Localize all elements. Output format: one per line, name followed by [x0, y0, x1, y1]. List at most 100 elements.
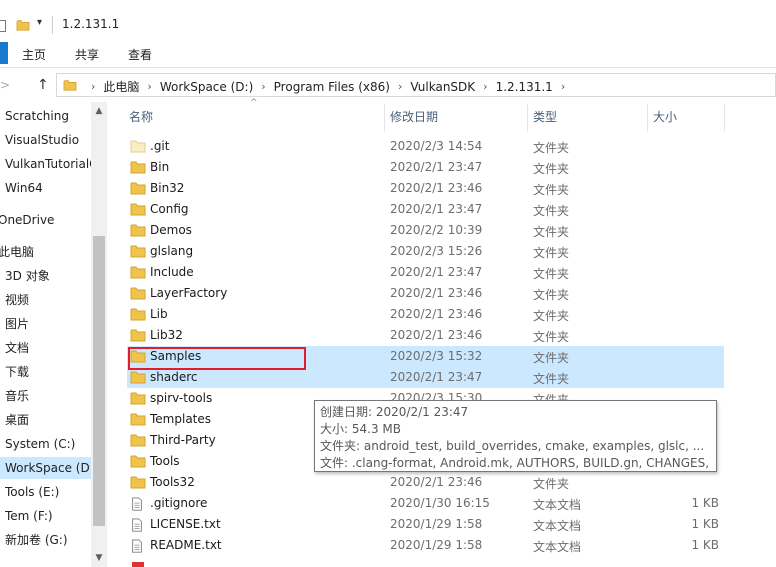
column-header-type[interactable]: 类型	[533, 102, 557, 132]
file-date: 2020/2/3 14:54	[390, 139, 483, 153]
breadcrumb-this-pc[interactable]: 此电脑	[103, 78, 139, 95]
column-header-date[interactable]: 修改日期	[390, 102, 438, 132]
file-type: 文件夹	[533, 141, 570, 155]
chevron-right-icon[interactable]: ›	[561, 80, 565, 93]
nav-item-downloads[interactable]: 下载	[5, 361, 91, 383]
up-arrow-icon[interactable]: ↑	[37, 77, 49, 93]
file-type: 文件夹	[533, 246, 570, 260]
file-row[interactable]: .gitignore 2020/1/30 16:15 文本文档 1 KB	[127, 493, 724, 514]
file-type: 文件夹	[533, 288, 570, 302]
file-type: 文件夹	[533, 204, 570, 218]
column-header-name[interactable]: 名称	[129, 102, 153, 132]
nav-item-visualstudio[interactable]: VisualStudio	[5, 129, 91, 151]
quick-access-dropdown-icon[interactable]: ▾	[37, 17, 42, 28]
nav-item-scratching[interactable]: Scratching	[5, 105, 91, 127]
folder-icon	[130, 160, 146, 174]
file-name: Config	[150, 202, 189, 216]
scroll-up-icon[interactable]: ▲	[91, 102, 107, 120]
tab-share[interactable]: 共享	[75, 46, 99, 63]
file-type: 文件夹	[533, 330, 570, 344]
chevron-right-icon[interactable]: ›	[147, 80, 151, 93]
column-header-size[interactable]: 大小	[653, 102, 677, 132]
nav-item-tools-e[interactable]: Tools (E:)	[5, 481, 91, 503]
column-divider[interactable]	[724, 104, 725, 132]
title-separator	[52, 16, 53, 34]
navigation-pane: Scratching VisualStudio VulkanTutorialC …	[0, 102, 107, 567]
nav-item-win64[interactable]: Win64	[5, 177, 91, 199]
column-divider[interactable]	[384, 104, 385, 132]
folder-icon	[130, 286, 146, 300]
file-row[interactable]: README.txt 2020/1/29 1:58 文本文档 1 KB	[127, 535, 724, 556]
nav-scrollbar[interactable]: ▲ ▼	[91, 102, 107, 567]
file-row[interactable]: Config 2020/2/1 23:47 文件夹	[127, 199, 724, 220]
file-row[interactable]: glslang 2020/2/3 15:26 文件夹	[127, 241, 724, 262]
nav-item-videos[interactable]: 视频	[5, 289, 91, 311]
scroll-down-icon[interactable]: ▼	[91, 549, 107, 567]
file-row[interactable]: LayerFactory 2020/2/1 23:46 文件夹	[127, 283, 724, 304]
nav-item-workspace-d[interactable]: WorkSpace (D:	[0, 457, 91, 479]
file-row[interactable]: Demos 2020/2/2 10:39 文件夹	[127, 220, 724, 241]
folder-icon	[130, 433, 146, 447]
chevron-right-icon[interactable]: ›	[483, 80, 487, 93]
quick-access-checkbox[interactable]	[0, 20, 6, 32]
nav-item-pictures[interactable]: 图片	[5, 313, 91, 335]
tooltip-files: 文件: .clang-format, Android.mk, AUTHORS, …	[320, 456, 711, 470]
file-row[interactable]: Include 2020/2/1 23:47 文件夹	[127, 262, 724, 283]
chevron-right-icon[interactable]: ›	[91, 80, 95, 93]
column-divider[interactable]	[527, 104, 528, 132]
address-bar[interactable]: › 此电脑 › WorkSpace (D:) › Program Files (…	[56, 73, 776, 97]
file-row[interactable]: Bin32 2020/2/1 23:46 文件夹	[127, 178, 724, 199]
forward-arrow-icon[interactable]: >	[0, 78, 10, 92]
tab-view[interactable]: 查看	[128, 46, 152, 63]
file-row[interactable]: LICENSE.txt 2020/1/29 1:58 文本文档 1 KB	[127, 514, 724, 535]
file-name: LICENSE.txt	[150, 517, 221, 531]
file-date: 2020/2/2 10:39	[390, 223, 483, 237]
tab-home[interactable]: 主页	[22, 46, 46, 63]
file-row[interactable]: Tools32 2020/2/1 23:46 文件夹	[127, 472, 724, 493]
folder-icon	[130, 391, 146, 405]
file-row[interactable]: Lib32 2020/2/1 23:46 文件夹	[127, 325, 724, 346]
nav-item-vulkantutorial[interactable]: VulkanTutorialC	[5, 153, 91, 175]
file-name: LayerFactory	[150, 286, 228, 300]
nav-item-desktop[interactable]: 桌面	[5, 409, 91, 431]
breadcrumb-version[interactable]: 1.2.131.1	[496, 80, 553, 94]
file-name: Lib32	[150, 328, 183, 342]
file-name: Bin	[150, 160, 170, 174]
file-type: 文本文档	[533, 519, 582, 533]
nav-item-tem-f[interactable]: Tem (F:)	[5, 505, 91, 527]
text-file-icon	[130, 538, 146, 553]
file-name: shaderc	[150, 370, 198, 384]
nav-item-this-pc[interactable]: 此电脑	[0, 241, 91, 263]
folder-icon	[130, 307, 146, 321]
chevron-right-icon[interactable]: ›	[398, 80, 402, 93]
scroll-thumb[interactable]	[93, 236, 105, 526]
file-name: Include	[150, 265, 194, 279]
title-bar: ▾ 1.2.131.1	[0, 0, 776, 38]
nav-item-onedrive[interactable]: OneDrive	[0, 209, 91, 231]
tooltip-size: 大小: 54.3 MB	[320, 422, 401, 436]
column-divider[interactable]	[647, 104, 648, 132]
window-title: 1.2.131.1	[62, 17, 120, 31]
sort-ascending-icon: ^	[250, 98, 258, 108]
file-row[interactable]: shaderc 2020/2/1 23:47 文件夹	[127, 367, 724, 388]
file-name: Demos	[150, 223, 192, 237]
folder-icon	[63, 80, 77, 91]
file-date: 2020/2/1 23:47	[390, 370, 483, 384]
nav-item-new-volume-g[interactable]: 新加卷 (G:)	[5, 529, 91, 551]
breadcrumb-vulkansdk[interactable]: VulkanSDK	[410, 80, 475, 94]
address-row: > ↑ › 此电脑 › WorkSpace (D:) › Program Fil…	[0, 68, 776, 102]
file-name: Lib	[150, 307, 168, 321]
file-row[interactable]: .git 2020/2/3 14:54 文件夹	[127, 136, 724, 157]
nav-item-3d-objects[interactable]: 3D 对象	[5, 265, 91, 287]
chevron-right-icon[interactable]: ›	[261, 80, 265, 93]
nav-item-system-c[interactable]: System (C:)	[5, 433, 91, 455]
file-row[interactable]: Bin 2020/2/1 23:47 文件夹	[127, 157, 724, 178]
file-tab[interactable]	[0, 42, 8, 64]
file-type: 文件夹	[533, 183, 570, 197]
file-row[interactable]: Lib 2020/2/1 23:46 文件夹	[127, 304, 724, 325]
breadcrumb-program-files[interactable]: Program Files (x86)	[274, 80, 390, 94]
nav-item-documents[interactable]: 文档	[5, 337, 91, 359]
breadcrumb-workspace[interactable]: WorkSpace (D:)	[160, 80, 253, 94]
file-date: 2020/2/1 23:46	[390, 181, 483, 195]
nav-item-music[interactable]: 音乐	[5, 385, 91, 407]
